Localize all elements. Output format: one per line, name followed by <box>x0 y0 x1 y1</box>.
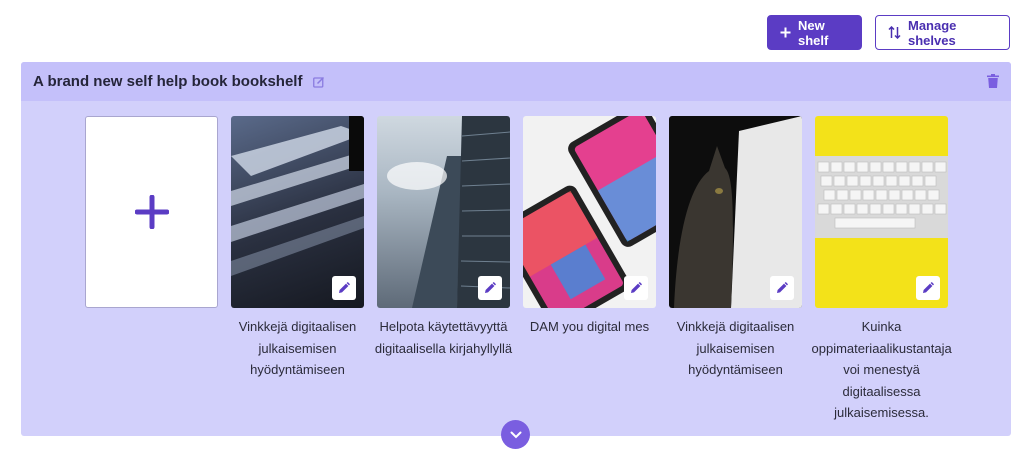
pencil-icon <box>777 282 788 293</box>
manage-shelves-label: Manage shelves <box>908 17 957 48</box>
book-item[interactable]: Helpota käytettävyyttä digitaalisella ki… <box>375 116 512 424</box>
pencil-icon <box>339 282 350 293</box>
edit-book-button[interactable] <box>332 276 356 300</box>
book-title: Kuinka oppimateriaalikustantaja voi mene… <box>811 319 952 420</box>
edit-book-button[interactable] <box>478 276 502 300</box>
book-title: Vinkkejä digitaalisen julkaisemisen hyöd… <box>238 319 357 377</box>
book-title: Helpota käytettävyyttä digitaalisella ki… <box>374 319 513 356</box>
bookshelf: A brand new self help book bookshelf Vin… <box>21 62 1011 436</box>
sort-arrows-icon <box>888 26 901 39</box>
edit-book-button[interactable] <box>624 276 648 300</box>
book-cover-image[interactable] <box>231 116 364 308</box>
pencil-icon <box>485 282 496 293</box>
trash-icon[interactable] <box>987 74 999 88</box>
pencil-icon <box>631 282 642 293</box>
plus-icon <box>134 195 169 229</box>
book-cover-image[interactable] <box>669 116 802 308</box>
manage-shelves-button[interactable]: Manage shelves <box>875 15 1010 50</box>
shelf-header: A brand new self help book bookshelf <box>21 62 1011 101</box>
book-list: Vinkkejä digitaalisen julkaisemisen hyöd… <box>85 116 952 424</box>
book-item[interactable]: DAM you digital mes <box>523 116 656 424</box>
book-cover-image[interactable] <box>815 116 948 308</box>
book-item[interactable]: Kuinka oppimateriaalikustantaja voi mene… <box>812 116 952 424</box>
plus-icon <box>780 27 791 38</box>
expand-shelf-button[interactable] <box>501 420 530 449</box>
book-title: DAM you digital mes <box>529 319 650 334</box>
edit-title-icon[interactable] <box>313 76 325 88</box>
chevron-down-icon <box>510 431 521 438</box>
edit-book-button[interactable] <box>770 276 794 300</box>
pencil-icon <box>923 282 934 293</box>
book-title: Vinkkejä digitaalisen julkaisemisen hyöd… <box>676 319 795 377</box>
book-cover-image[interactable] <box>377 116 510 308</box>
edit-book-button[interactable] <box>916 276 940 300</box>
add-book-tile[interactable] <box>85 116 218 424</box>
shelf-title: A brand new self help book bookshelf <box>33 73 303 90</box>
book-item[interactable]: Vinkkejä digitaalisen julkaisemisen hyöd… <box>669 116 802 424</box>
new-shelf-button[interactable]: New shelf <box>767 15 862 50</box>
toolbar: New shelf Manage shelves <box>767 15 1010 50</box>
book-item[interactable]: Vinkkejä digitaalisen julkaisemisen hyöd… <box>231 116 364 424</box>
book-cover-image[interactable] <box>523 116 656 308</box>
new-shelf-label: New shelf <box>798 17 829 48</box>
